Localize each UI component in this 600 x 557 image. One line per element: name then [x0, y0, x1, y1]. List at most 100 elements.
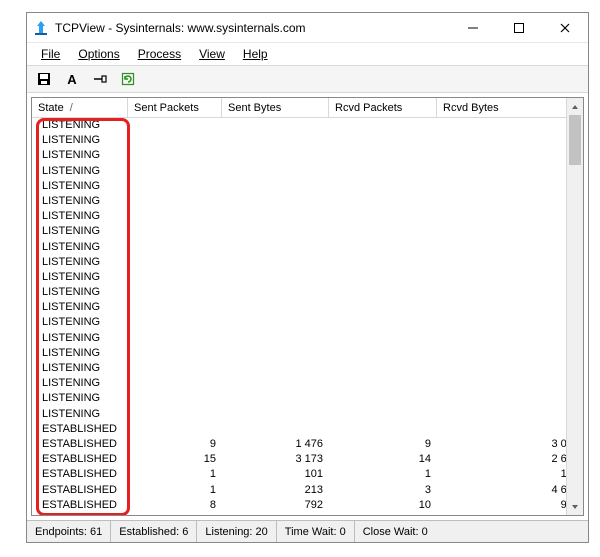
status-timewait: Time Wait: 0 — [277, 521, 355, 542]
table-row[interactable]: LISTENING — [32, 209, 583, 224]
col-state[interactable]: State / — [32, 98, 128, 117]
cell-rcvd-packets — [329, 285, 437, 300]
scroll-track[interactable] — [567, 115, 583, 498]
window-title: TCPView - Sysinternals: www.sysinternals… — [55, 21, 450, 35]
table-row[interactable]: LISTENING — [32, 331, 583, 346]
cell-sent-packets — [128, 224, 222, 239]
scroll-thumb[interactable] — [569, 115, 581, 165]
cell-rcvd-bytes: 177 — [437, 467, 583, 482]
table-row[interactable]: LISTENING — [32, 179, 583, 194]
scroll-down-button[interactable] — [567, 498, 583, 515]
table-row[interactable]: ESTABLISHED879210986 — [32, 498, 583, 513]
cell-sent-packets: 1 — [128, 483, 222, 498]
close-button[interactable] — [542, 13, 588, 42]
cell-sent-bytes — [222, 300, 329, 315]
refresh-button[interactable] — [117, 68, 139, 90]
connector-button[interactable] — [89, 68, 111, 90]
col-sent-bytes[interactable]: Sent Bytes — [222, 98, 329, 117]
text-button[interactable]: A — [61, 68, 83, 90]
letter-a-icon: A — [67, 72, 76, 87]
table-row[interactable]: LISTENING — [32, 407, 583, 422]
cell-sent-bytes — [222, 240, 329, 255]
table-row[interactable]: LISTENING — [32, 255, 583, 270]
maximize-button[interactable] — [496, 13, 542, 42]
table-row[interactable]: ESTABLISHED153 173142 654 — [32, 452, 583, 467]
cell-state: ESTABLISHED — [32, 437, 128, 452]
menu-view[interactable]: View — [191, 45, 233, 63]
cell-rcvd-packets — [329, 118, 437, 133]
cell-state: LISTENING — [32, 133, 128, 148]
cell-rcvd-packets — [329, 209, 437, 224]
cell-sent-packets — [128, 346, 222, 361]
rows-container: LISTENINGLISTENINGLISTENINGLISTENINGLIST… — [32, 118, 583, 515]
cell-rcvd-packets — [329, 391, 437, 406]
table-row[interactable]: LISTENING — [32, 376, 583, 391]
cell-rcvd-packets — [329, 361, 437, 376]
col-rcvd-bytes[interactable]: Rcvd Bytes — [437, 98, 583, 117]
cell-state: LISTENING — [32, 209, 128, 224]
scroll-up-button[interactable] — [567, 98, 583, 115]
cell-sent-packets — [128, 376, 222, 391]
menu-options[interactable]: Options — [70, 45, 127, 63]
table-row[interactable]: LISTENING — [32, 224, 583, 239]
cell-state: ESTABLISHED — [32, 467, 128, 482]
table-row[interactable]: LISTENING — [32, 240, 583, 255]
cell-sent-packets — [128, 331, 222, 346]
cell-sent-bytes — [222, 209, 329, 224]
cell-sent-packets — [128, 255, 222, 270]
table-row[interactable]: LISTENING — [32, 194, 583, 209]
table-row[interactable]: LISTENING — [32, 391, 583, 406]
col-rcvd-packets[interactable]: Rcvd Packets — [329, 98, 437, 117]
table-row[interactable]: LISTENING — [32, 361, 583, 376]
status-closewait: Close Wait: 0 — [355, 521, 588, 542]
sort-indicator-icon: / — [70, 102, 73, 114]
table-row[interactable]: ESTABLISHED11011177 — [32, 467, 583, 482]
cell-rcvd-packets — [329, 240, 437, 255]
cell-sent-bytes — [222, 315, 329, 330]
status-listening: Listening: 20 — [197, 521, 276, 542]
table-row[interactable]: LISTENING — [32, 148, 583, 163]
table-row[interactable]: LISTENING — [32, 315, 583, 330]
col-sent-packets[interactable]: Sent Packets — [128, 98, 222, 117]
menu-process[interactable]: Process — [130, 45, 189, 63]
cell-sent-bytes — [222, 270, 329, 285]
table-row[interactable]: LISTENING — [32, 118, 583, 133]
table-row[interactable]: LISTENING — [32, 346, 583, 361]
cell-rcvd-packets — [329, 407, 437, 422]
col-state-label: State — [38, 102, 64, 114]
vertical-scrollbar[interactable] — [566, 98, 583, 515]
cell-rcvd-packets — [329, 331, 437, 346]
cell-rcvd-bytes — [437, 300, 583, 315]
menubar: File Options Process View Help — [27, 43, 588, 65]
table-row[interactable]: ESTABLISHED — [32, 422, 583, 437]
cell-rcvd-packets — [329, 164, 437, 179]
cell-state: LISTENING — [32, 361, 128, 376]
cell-rcvd-bytes — [437, 422, 583, 437]
cell-rcvd-packets — [329, 376, 437, 391]
menu-help[interactable]: Help — [235, 45, 276, 63]
cell-state: LISTENING — [32, 179, 128, 194]
table-row[interactable]: ESTABLISHED91 47693 059 — [32, 437, 583, 452]
cell-sent-bytes — [222, 194, 329, 209]
cell-sent-packets — [128, 148, 222, 163]
cell-sent-bytes — [222, 224, 329, 239]
cell-sent-bytes — [222, 148, 329, 163]
cell-sent-bytes — [222, 407, 329, 422]
save-button[interactable] — [33, 68, 55, 90]
cell-sent-packets — [128, 422, 222, 437]
column-headers: State / Sent Packets Sent Bytes Rcvd Pac… — [32, 98, 583, 118]
cell-rcvd-bytes — [437, 164, 583, 179]
cell-rcvd-bytes — [437, 407, 583, 422]
cell-rcvd-packets: 14 — [329, 452, 437, 467]
table-row[interactable]: ESTABLISHED121334 647 — [32, 483, 583, 498]
cell-state: LISTENING — [32, 331, 128, 346]
table-row[interactable]: LISTENING — [32, 270, 583, 285]
minimize-button[interactable] — [450, 13, 496, 42]
table-row[interactable]: LISTENING — [32, 300, 583, 315]
table-row[interactable]: LISTENING — [32, 164, 583, 179]
table-row[interactable]: LISTENING — [32, 285, 583, 300]
toolbar: A — [27, 65, 588, 93]
table-row[interactable]: LISTENING — [32, 133, 583, 148]
menu-file[interactable]: File — [33, 45, 68, 63]
cell-rcvd-packets — [329, 270, 437, 285]
